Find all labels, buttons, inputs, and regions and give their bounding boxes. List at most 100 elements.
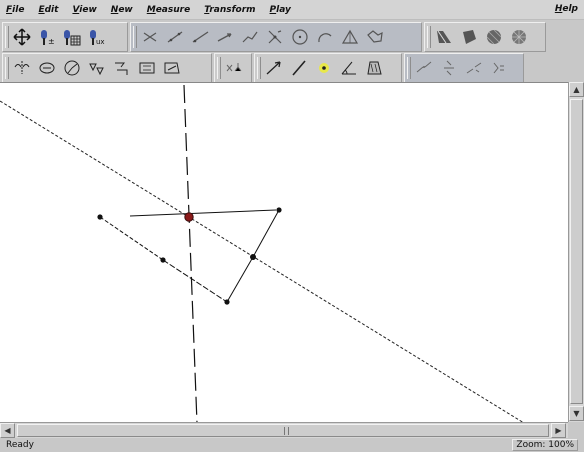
shade-polygon-button[interactable] xyxy=(458,25,480,49)
scrollbar-corner xyxy=(568,422,584,438)
menu-edit[interactable]: Edit xyxy=(38,5,58,15)
vertical-scrollbar[interactable]: ▲ ▼ xyxy=(568,82,584,422)
polyline-tool-button[interactable] xyxy=(239,25,261,49)
menu-help[interactable]: Help xyxy=(555,4,578,14)
fill-pattern-icon xyxy=(437,30,451,44)
ray-tool-icon xyxy=(192,31,209,43)
arc-tool-button[interactable] xyxy=(314,25,336,49)
horizontal-scrollbar[interactable]: ◀ ▶ xyxy=(0,422,568,438)
triangle-tool-icon xyxy=(341,29,359,44)
bisector-tool-button[interactable] xyxy=(264,25,286,49)
zoom-level: Zoom: 100% xyxy=(512,439,578,451)
scroll-up-button[interactable]: ▲ xyxy=(569,82,584,97)
ratio-tool-button[interactable] xyxy=(413,56,435,80)
derivative-tool-button[interactable] xyxy=(463,56,485,80)
vector-tool-button[interactable] xyxy=(214,25,236,49)
line-measure-icon xyxy=(292,60,306,76)
add-point-label: ± xyxy=(48,37,55,46)
ray-tool-button[interactable] xyxy=(189,25,211,49)
rotate-tool-button[interactable] xyxy=(36,56,58,80)
menu-measure[interactable]: Measure xyxy=(147,5,190,15)
dashed-segment-left[interactable] xyxy=(99,216,164,261)
point[interactable] xyxy=(224,299,230,305)
point[interactable] xyxy=(160,257,166,263)
menu-view[interactable]: View xyxy=(72,5,96,15)
fraction-tool-icon xyxy=(444,60,454,76)
coordinate-icon xyxy=(226,63,242,72)
scroll-right-button[interactable]: ▶ xyxy=(551,423,566,438)
toolbar-grip[interactable] xyxy=(133,26,137,48)
menu-transform[interactable]: Transform xyxy=(204,5,255,15)
segment-right[interactable] xyxy=(252,209,280,258)
unit-point-button[interactable]: ux xyxy=(86,25,108,49)
rotate-tool-icon xyxy=(39,62,55,74)
segment-tool-icon xyxy=(143,32,157,42)
transform-vector-button[interactable] xyxy=(111,56,133,80)
zoom-tool-button[interactable] xyxy=(161,56,183,80)
slope-arrow-button[interactable] xyxy=(263,56,285,80)
scroll-down-button[interactable]: ▼ xyxy=(569,406,584,421)
point-on-object-icon xyxy=(319,63,329,73)
area-measure-button[interactable] xyxy=(363,56,385,80)
toolbar-grip[interactable] xyxy=(427,26,431,48)
toolbar-grip[interactable] xyxy=(257,57,261,79)
segment-tool-button[interactable] xyxy=(139,25,161,49)
fraction-tool-button[interactable] xyxy=(438,56,460,80)
segment-bottom-right[interactable] xyxy=(226,256,254,303)
polygon-tool-button[interactable] xyxy=(364,25,386,49)
toolbar-coordinate xyxy=(214,53,252,83)
add-grid-icon xyxy=(64,30,81,46)
horizontal-scroll-thumb[interactable] xyxy=(17,424,549,437)
triangle-tool-button[interactable] xyxy=(339,25,361,49)
menu-file[interactable]: File xyxy=(6,5,24,15)
shade-circle-icon xyxy=(486,29,502,45)
toolbar-grip[interactable] xyxy=(217,57,221,79)
selected-point[interactable] xyxy=(184,212,194,222)
point-on-object-button[interactable] xyxy=(313,56,335,80)
toolbar-grip[interactable] xyxy=(5,26,9,48)
toolbar-grip[interactable] xyxy=(5,57,9,79)
toolbar-shade xyxy=(424,22,546,52)
point[interactable] xyxy=(97,214,103,220)
reflect-tool-button[interactable] xyxy=(11,56,33,80)
shade-circle-button[interactable] xyxy=(483,25,505,49)
point[interactable] xyxy=(250,254,256,260)
point[interactable] xyxy=(276,207,282,213)
dilate-tool-icon xyxy=(64,60,80,76)
fill-pattern-button[interactable] xyxy=(433,25,455,49)
formula-tool-button[interactable] xyxy=(488,56,510,80)
horizontal-segment[interactable] xyxy=(129,209,277,217)
line-measure-button[interactable] xyxy=(288,56,310,80)
add-point-button[interactable]: ± xyxy=(36,25,58,49)
translate-tool-icon xyxy=(89,63,104,76)
status-bar: Ready Zoom: 100% xyxy=(0,438,584,452)
toolbar-points: ± ux xyxy=(2,22,128,52)
arrow-down-icon: ▼ xyxy=(573,409,580,418)
translate-tool-button[interactable] xyxy=(86,56,108,80)
coordinate-button[interactable] xyxy=(223,56,245,80)
scroll-left-button[interactable]: ◀ xyxy=(0,423,15,438)
dashed-line[interactable] xyxy=(0,100,525,423)
matrix-tool-button[interactable] xyxy=(136,56,158,80)
menu-new[interactable]: New xyxy=(111,5,133,15)
shade-sector-button[interactable] xyxy=(508,25,530,49)
arrow-right-icon: ▶ xyxy=(555,426,562,435)
angle-measure-button[interactable] xyxy=(338,56,360,80)
add-grid-button[interactable] xyxy=(61,25,83,49)
reflect-tool-icon xyxy=(14,61,30,74)
toolbar-area: ± ux xyxy=(0,20,584,83)
circle-tool-button[interactable] xyxy=(289,25,311,49)
line-tool-button[interactable] xyxy=(164,25,186,49)
toolbar-calculate xyxy=(404,53,524,83)
vertical-line[interactable] xyxy=(183,84,198,423)
zoom-tool-icon xyxy=(164,62,180,74)
move-button[interactable] xyxy=(11,25,33,49)
sketch-canvas[interactable] xyxy=(0,82,568,423)
dilate-tool-button[interactable] xyxy=(61,56,83,80)
toolbar-grip[interactable] xyxy=(407,57,411,79)
polyline-tool-icon xyxy=(242,31,258,43)
vertical-scroll-thumb[interactable] xyxy=(570,99,583,404)
menu-play[interactable]: Play xyxy=(270,5,291,15)
shade-polygon-icon xyxy=(463,30,476,44)
dashed-segment-mid[interactable] xyxy=(162,259,228,303)
